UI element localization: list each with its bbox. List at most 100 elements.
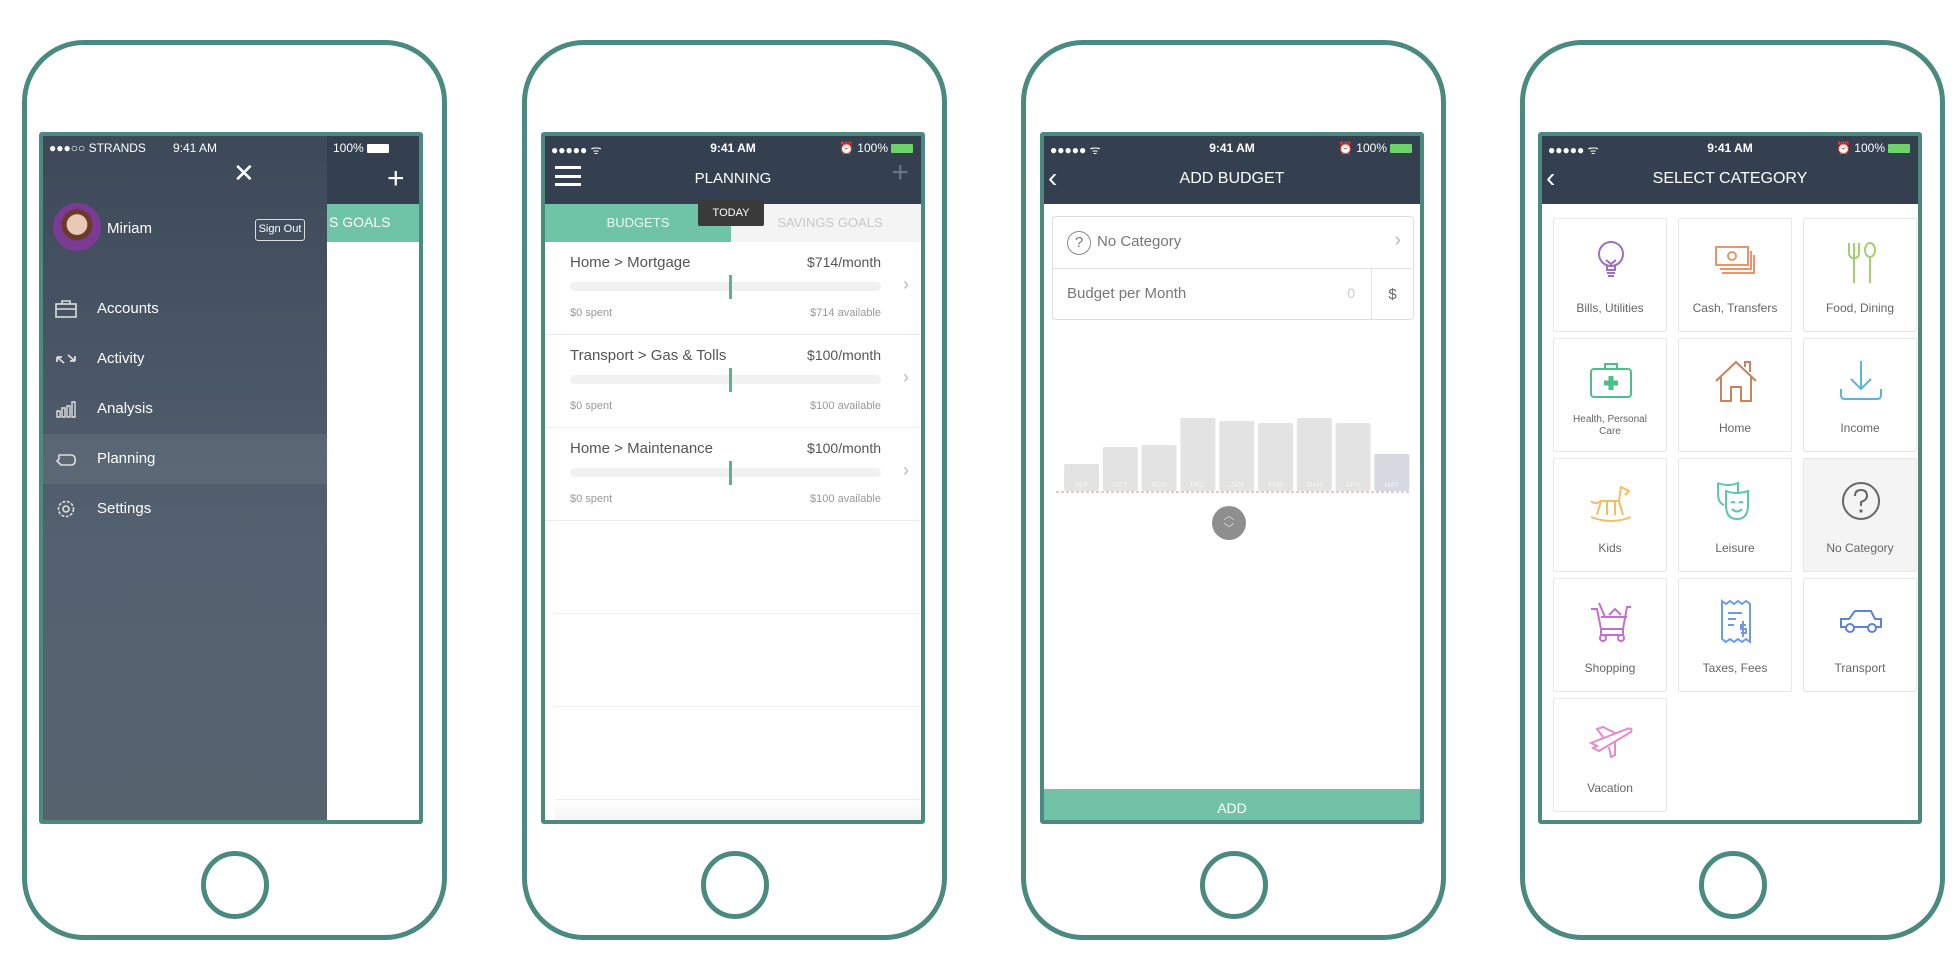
- budget-row[interactable]: Home > Maintenance $100/month $0 spent $10…: [545, 428, 921, 521]
- chevron-right-icon: ›: [903, 460, 909, 480]
- month-label: NOV: [1152, 482, 1168, 489]
- budget-form-card: ? No Category › Budget per Month 0 $: [1052, 216, 1414, 320]
- today-marker: [729, 275, 732, 299]
- category-health-personal-care[interactable]: Health, Personal Care: [1553, 338, 1667, 452]
- month-label: FEB: [1269, 482, 1283, 489]
- carrier: ●●●○○ STRANDS: [49, 141, 146, 155]
- budget-amount: $714/month: [807, 254, 881, 270]
- category-label: Vacation: [1587, 781, 1633, 795]
- budget-row[interactable]: Home > Mortgage $714/month $0 spent $714 a…: [545, 242, 921, 335]
- bar-mar: [1296, 418, 1332, 491]
- spent-text: $0 spent: [570, 400, 613, 412]
- bar-feb: [1258, 423, 1293, 491]
- menu-label: Activity: [97, 350, 145, 367]
- battery-status: ⏰ 100%: [1836, 141, 1910, 155]
- status-bar: ●●●●● ᯤ 9:41 AM ⏰ 100%: [1044, 136, 1420, 160]
- category-cash-transfers[interactable]: Cash, Transfers: [1678, 218, 1792, 332]
- category-food-dining[interactable]: Food, Dining: [1803, 218, 1917, 332]
- add-icon[interactable]: +: [387, 162, 405, 196]
- category-label: Shopping: [1584, 661, 1636, 675]
- category-selector[interactable]: ? No Category ›: [1053, 217, 1413, 269]
- chevron-right-icon: ›: [1394, 229, 1401, 251]
- sign-out-button[interactable]: Sign Out: [255, 219, 305, 241]
- home-button[interactable]: [700, 851, 769, 919]
- progress-track: [570, 468, 881, 477]
- progress-track: [570, 375, 881, 384]
- home-button[interactable]: [1199, 851, 1268, 919]
- divider: [555, 799, 921, 820]
- battery-status: ⏰ 100%: [1338, 141, 1412, 155]
- category-label: Home: [1718, 421, 1751, 435]
- car-icon: [1840, 610, 1882, 633]
- home-button[interactable]: [200, 851, 269, 919]
- bar-apr: [1335, 423, 1371, 491]
- budget-amount: $100/month: [807, 440, 881, 456]
- screen-select-category: ●●●●● ᯤ 9:41 AM ⏰ 100% ‹ SELECT CATEGORY…: [1538, 132, 1922, 824]
- today-tooltip: TODAY: [698, 200, 764, 226]
- rocking-horse-icon: [1590, 485, 1632, 522]
- category-taxes-fees[interactable]: Taxes, Fees: [1678, 578, 1792, 692]
- cart-icon: [1591, 602, 1631, 642]
- page-title: SELECT CATEGORY: [1652, 170, 1808, 187]
- theater-masks-icon: [1717, 481, 1749, 521]
- nav-bar: ●●●●● ᯤ 9:41 AM ⏰ 100% PLANNING +: [545, 136, 921, 204]
- nav-bar: ●●●●● ᯤ 9:41 AM ⏰ 100% ‹ ADD BUDGET: [1044, 136, 1420, 204]
- status-bar: ●●●●● ᯤ 9:41 AM ⏰ 100%: [545, 136, 921, 160]
- today-marker: [729, 461, 732, 485]
- category-transport[interactable]: Transport: [1803, 578, 1917, 692]
- currency-label: $: [1371, 269, 1413, 320]
- available-text: $100 available: [810, 400, 881, 412]
- month-label: MAY: [1385, 482, 1400, 489]
- category-leisure[interactable]: Leisure: [1678, 458, 1792, 572]
- receipt-icon: [1721, 599, 1751, 644]
- month-label: OCT: [1113, 482, 1129, 489]
- status-bar: ●●●○○ STRANDS 9:41 AM: [43, 136, 327, 160]
- gear-icon: [57, 500, 75, 518]
- menu-item-settings[interactable]: Settings: [43, 484, 327, 534]
- bar-chart-icon: [56, 401, 76, 418]
- category-label: No Category: [1826, 541, 1894, 555]
- budget-label: Budget per Month: [1067, 285, 1187, 302]
- add-icon[interactable]: +: [891, 156, 909, 190]
- menu-item-activity[interactable]: Activity: [43, 334, 327, 384]
- first-aid-icon: [1590, 363, 1632, 398]
- nav-bar: ●●●●● ᯤ 9:41 AM ⏰ 100% ‹ SELECT CATEGORY: [1542, 136, 1918, 204]
- cash-icon: [1715, 246, 1755, 274]
- category-kids[interactable]: Kids: [1553, 458, 1667, 572]
- status-time: 9:41 AM: [173, 141, 218, 155]
- month-label: MAR: [1307, 482, 1323, 489]
- category-home[interactable]: Home: [1678, 338, 1792, 452]
- home-button[interactable]: [1698, 851, 1767, 919]
- menu-item-accounts[interactable]: Accounts: [43, 284, 327, 334]
- category-label: Taxes, Fees: [1702, 661, 1768, 675]
- available-text: $100 available: [810, 493, 881, 505]
- menu-item-analysis[interactable]: Analysis: [43, 384, 327, 434]
- category-label: Transport: [1834, 661, 1886, 675]
- question-icon: ?: [1067, 231, 1091, 255]
- menu-label: Analysis: [97, 400, 153, 417]
- chevron-right-icon: ›: [903, 367, 909, 387]
- tab-savings-goals[interactable]: S GOALS: [327, 204, 419, 242]
- budget-amount-input[interactable]: 0: [1243, 279, 1363, 309]
- close-icon[interactable]: ✕: [233, 158, 255, 189]
- spent-text: $0 spent: [570, 493, 613, 505]
- add-button[interactable]: ADD: [1044, 789, 1420, 820]
- airplane-icon: [1588, 725, 1633, 759]
- drag-handle-icon[interactable]: ︿ ﹀: [1212, 506, 1246, 540]
- category-no-category[interactable]: No Category: [1803, 458, 1917, 572]
- category-vacation[interactable]: Vacation: [1553, 698, 1667, 812]
- bar-jan: [1219, 421, 1255, 491]
- menu-item-planning[interactable]: Planning: [43, 434, 327, 484]
- category-label: Food, Dining: [1825, 301, 1895, 315]
- avatar: [53, 203, 101, 251]
- bar-dec: [1180, 418, 1216, 491]
- category-income[interactable]: Income: [1803, 338, 1917, 452]
- budget-title: Home > Mortgage: [570, 254, 691, 271]
- month-label: SEP: [1074, 482, 1088, 489]
- menu-label: Accounts: [97, 300, 159, 317]
- divider: [555, 706, 921, 707]
- category-shopping[interactable]: Shopping: [1553, 578, 1667, 692]
- category-bills-utilities[interactable]: Bills, Utilities: [1553, 218, 1667, 332]
- budget-row[interactable]: Transport > Gas & Tolls $100/month $0 spe…: [545, 335, 921, 428]
- spending-chart: SEP OCT NOV DEC JAN FEB MAR APR MAY: [1056, 418, 1410, 493]
